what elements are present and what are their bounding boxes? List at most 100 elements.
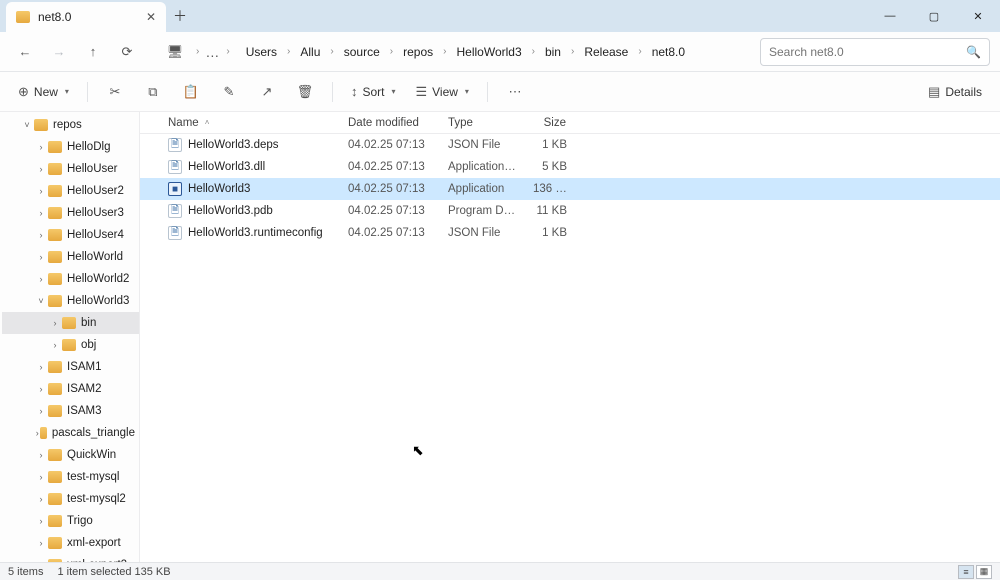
- close-tab-icon[interactable]: ✕: [146, 10, 156, 24]
- breadcrumb-segment[interactable]: Release: [578, 41, 634, 63]
- file-date: 04.02.25 07:13: [340, 227, 440, 239]
- tree-item[interactable]: › bin: [2, 312, 139, 334]
- tree-item[interactable]: ›HelloWorld2: [2, 268, 139, 290]
- path-overflow-icon[interactable]: …: [205, 44, 220, 60]
- view-label: View: [432, 85, 458, 99]
- chevron-right-icon[interactable]: ›: [34, 274, 48, 284]
- chevron-right-icon[interactable]: ›: [34, 472, 48, 482]
- sort-button[interactable]: ↕ Sort ▾: [343, 77, 404, 107]
- chevron-right-icon[interactable]: ›: [34, 186, 48, 196]
- tree-item[interactable]: › xml-export: [2, 532, 139, 554]
- back-button[interactable]: ←: [10, 37, 40, 67]
- view-button[interactable]: ☰ View ▾: [407, 77, 476, 107]
- breadcrumb-segment[interactable]: source: [338, 41, 386, 63]
- paste-button[interactable]: 📋: [174, 77, 208, 107]
- tree-item[interactable]: ›pascals_triangle: [2, 422, 139, 444]
- breadcrumb-segment[interactable]: Users: [240, 41, 283, 63]
- breadcrumb-segment[interactable]: net8.0: [646, 41, 691, 63]
- file-row[interactable]: 🗎HelloWorld3.deps04.02.25 07:13JSON File…: [140, 134, 1000, 156]
- file-row[interactable]: 🗎HelloWorld3.pdb04.02.25 07:13Program De…: [140, 200, 1000, 222]
- column-size[interactable]: Size: [525, 117, 575, 129]
- chevron-right-icon[interactable]: ›: [34, 450, 48, 460]
- up-button[interactable]: ↑: [78, 37, 108, 67]
- tree-item[interactable]: ›HelloDlg: [2, 136, 139, 158]
- tree-label: bin: [81, 317, 96, 329]
- chevron-right-icon[interactable]: ›: [34, 208, 48, 218]
- chevron-right-icon[interactable]: ›: [34, 516, 48, 526]
- copy-button[interactable]: ⧉: [136, 77, 170, 107]
- delete-button[interactable]: 🗑: [288, 77, 322, 107]
- tree-item[interactable]: ›HelloUser3: [2, 202, 139, 224]
- chevron-right-icon[interactable]: ›: [34, 164, 48, 174]
- tree-item[interactable]: ›HelloUser: [2, 158, 139, 180]
- more-button[interactable]: ⋯: [498, 77, 532, 107]
- maximize-button[interactable]: ▢: [912, 0, 956, 32]
- tree-item[interactable]: ›ISAM1: [2, 356, 139, 378]
- chevron-right-icon[interactable]: ›: [34, 538, 48, 548]
- details-label: Details: [945, 85, 982, 99]
- tree-label: xml-export: [67, 537, 121, 549]
- chevron-right-icon[interactable]: ›: [48, 318, 62, 328]
- refresh-button[interactable]: ⟳: [112, 37, 142, 67]
- share-button[interactable]: ↗: [250, 77, 284, 107]
- breadcrumb-segment[interactable]: Allu: [294, 41, 326, 63]
- close-window-button[interactable]: ✕: [956, 0, 1000, 32]
- tree-item[interactable]: ˅repos: [2, 114, 139, 136]
- tree-item[interactable]: ›QuickWin: [2, 444, 139, 466]
- chevron-right-icon: ›: [569, 46, 576, 57]
- search-input[interactable]: [769, 45, 960, 59]
- search-box[interactable]: 🔍: [760, 38, 990, 66]
- window-tab[interactable]: net8.0 ✕: [6, 2, 166, 32]
- cut-button[interactable]: ✂: [98, 77, 132, 107]
- folder-icon: [48, 251, 62, 263]
- chevron-right-icon[interactable]: ›: [34, 362, 48, 372]
- tree-item[interactable]: ›Trigo: [2, 510, 139, 532]
- icons-view-button[interactable]: ▦: [976, 565, 992, 579]
- file-row[interactable]: ■HelloWorld304.02.25 07:13Application136…: [140, 178, 1000, 200]
- tree-item[interactable]: ›ISAM2: [2, 378, 139, 400]
- file-icon: 🗎: [168, 160, 182, 174]
- tree-item[interactable]: ›ISAM3: [2, 400, 139, 422]
- minimize-button[interactable]: —: [868, 0, 912, 32]
- tree-item[interactable]: ›xml-export2: [2, 554, 139, 562]
- tree-item[interactable]: ˅HelloWorld3: [2, 290, 139, 312]
- rename-button[interactable]: ✎: [212, 77, 246, 107]
- folder-icon: [48, 537, 62, 549]
- chevron-right-icon[interactable]: ›: [48, 340, 62, 350]
- tree-item[interactable]: ›HelloUser2: [2, 180, 139, 202]
- file-row[interactable]: 🗎HelloWorld3.dll04.02.25 07:13Applicatio…: [140, 156, 1000, 178]
- column-date[interactable]: Date modified: [340, 117, 440, 129]
- this-pc-icon[interactable]: 🖥: [160, 37, 190, 67]
- tree-item[interactable]: ›test-mysql2: [2, 488, 139, 510]
- folder-icon: [48, 229, 62, 241]
- tree-item[interactable]: ›HelloUser4: [2, 224, 139, 246]
- chevron-down-icon[interactable]: ˅: [34, 296, 48, 306]
- chevron-right-icon[interactable]: ›: [34, 230, 48, 240]
- column-type[interactable]: Type: [440, 117, 525, 129]
- file-row[interactable]: 🗎HelloWorld3.runtimeconfig04.02.25 07:13…: [140, 222, 1000, 244]
- breadcrumb-segment[interactable]: HelloWorld3: [450, 41, 527, 63]
- chevron-right-icon[interactable]: ›: [34, 406, 48, 416]
- tree-item[interactable]: › test-mysql: [2, 466, 139, 488]
- file-date: 04.02.25 07:13: [340, 161, 440, 173]
- new-tab-button[interactable]: ＋: [166, 2, 194, 30]
- forward-button[interactable]: →: [44, 37, 74, 67]
- breadcrumb-segment[interactable]: bin: [539, 41, 567, 63]
- chevron-down-icon[interactable]: ˅: [20, 120, 34, 130]
- folder-icon: [48, 361, 62, 373]
- column-name[interactable]: Name˄: [160, 117, 340, 129]
- chevron-right-icon[interactable]: ›: [34, 384, 48, 394]
- details-button[interactable]: ▤ Details: [920, 77, 990, 107]
- file-name: HelloWorld3.pdb: [188, 205, 273, 217]
- new-button[interactable]: ⊕ New ▾: [10, 77, 77, 107]
- chevron-right-icon[interactable]: ›: [34, 252, 48, 262]
- tree-label: test-mysql: [67, 471, 119, 483]
- chevron-right-icon[interactable]: ›: [34, 560, 48, 562]
- breadcrumb-segment[interactable]: repos: [397, 41, 439, 63]
- tree-item[interactable]: ›obj: [2, 334, 139, 356]
- tree-item[interactable]: ›HelloWorld: [2, 246, 139, 268]
- chevron-right-icon[interactable]: ›: [34, 142, 48, 152]
- sort-label: Sort: [362, 85, 384, 99]
- details-view-button[interactable]: ≡: [958, 565, 974, 579]
- chevron-right-icon[interactable]: ›: [34, 494, 48, 504]
